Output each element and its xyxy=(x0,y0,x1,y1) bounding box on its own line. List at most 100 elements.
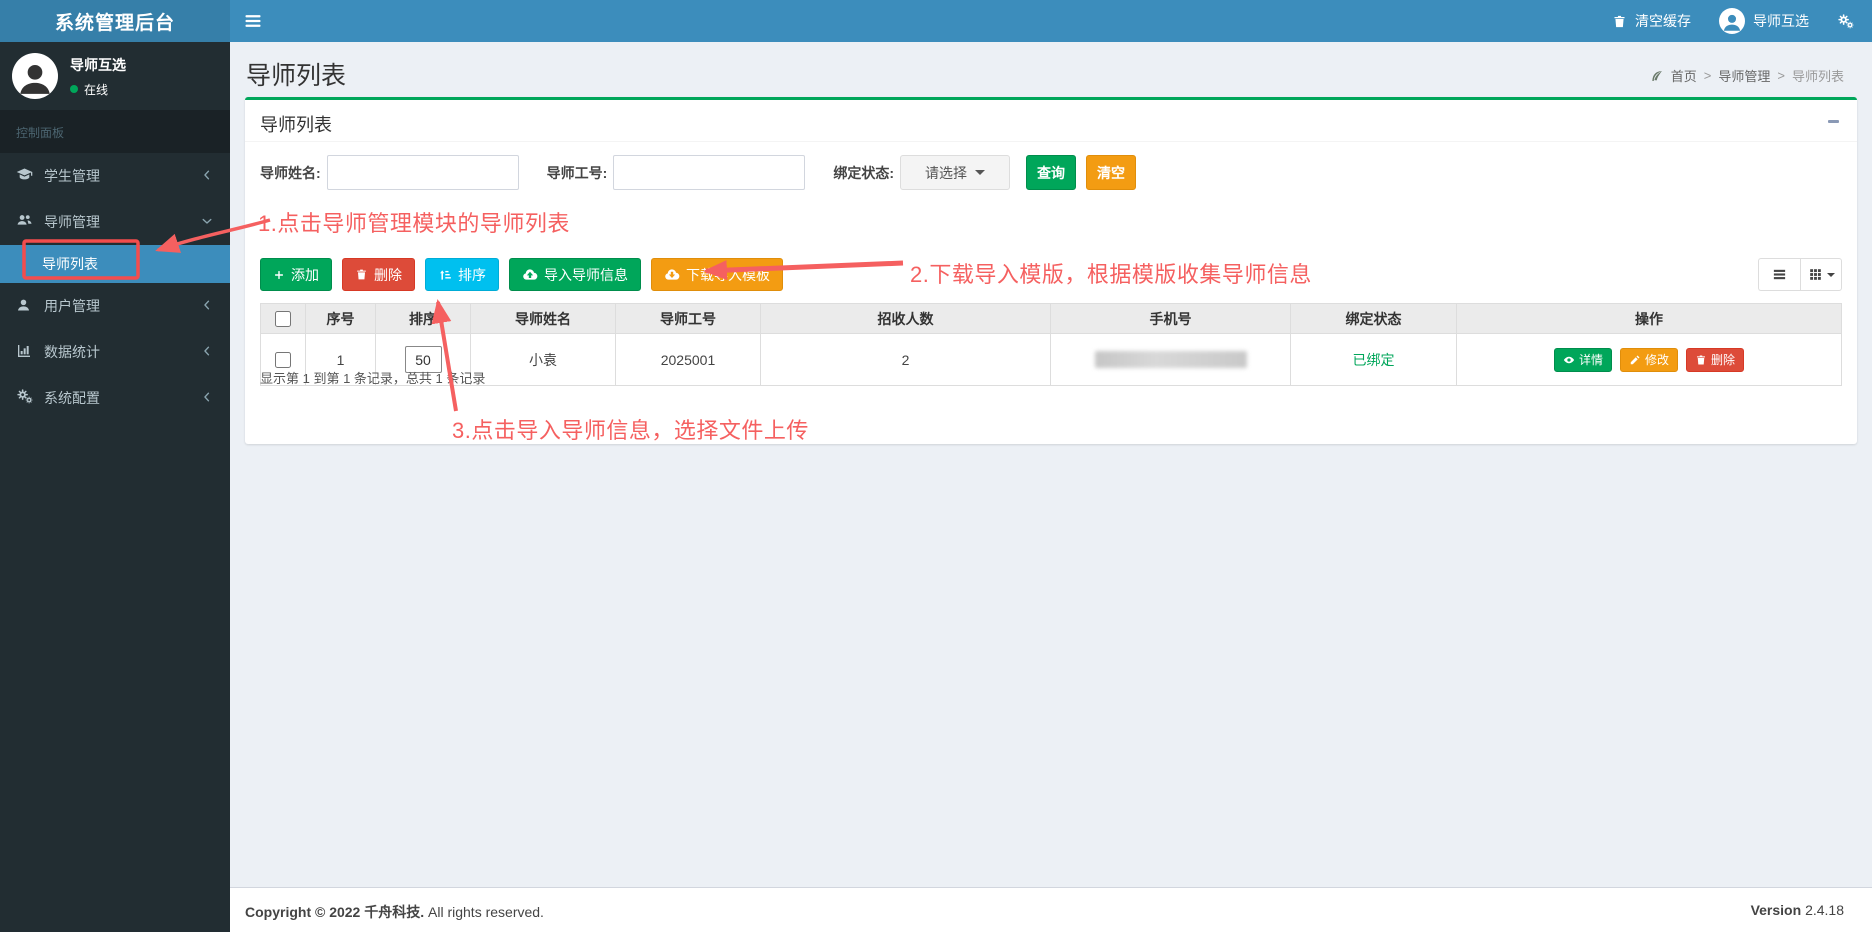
sidebar-item-user-management[interactable]: 用户管理 xyxy=(0,283,230,329)
users-icon xyxy=(16,212,44,232)
col-actions: 操作 xyxy=(1457,304,1841,334)
sidebar: 导师互选 在线 控制面板 学生管理 导师管理 导师列表 用户管理 数据统计 系统… xyxy=(0,42,230,932)
sidebar-item-mentor-management[interactable]: 导师管理 xyxy=(0,199,230,245)
bar-chart-icon xyxy=(16,343,44,362)
chevron-left-icon xyxy=(200,390,214,407)
table-row: 1 小袁 2025001 2 已绑定 详情 xyxy=(261,334,1841,385)
sort-icon xyxy=(440,269,451,280)
import-mentor-info-button[interactable]: 导入导师信息 xyxy=(509,258,641,291)
panel-title: 导师列表 xyxy=(260,115,332,135)
delete-button[interactable]: 删除 xyxy=(342,258,415,291)
mentor-name-input[interactable] xyxy=(326,155,519,190)
cell-mentor-name: 小袁 xyxy=(471,334,616,385)
mentor-id-label: 导师工号: xyxy=(546,164,608,181)
col-mentor-id: 导师工号 xyxy=(616,304,761,334)
search-button[interactable]: 查询 xyxy=(1026,155,1077,190)
breadcrumb-current: 导师列表 xyxy=(1791,69,1844,84)
row-actions: 详情 修改 删除 xyxy=(1553,347,1745,372)
download-template-button[interactable]: 下载导入模板 xyxy=(651,258,783,291)
mentor-list-panel: 导师列表 导师姓名: 导师工号: 绑定状态: 请选择 查询 清空 添加 删除 排… xyxy=(245,97,1857,444)
sidebar-user-panel: 导师互选 在线 xyxy=(0,42,230,110)
plus-icon xyxy=(275,270,283,279)
sidebar-user-status: 在线 xyxy=(70,81,126,98)
trash-icon xyxy=(1697,355,1705,364)
panel-collapse-button[interactable] xyxy=(1825,114,1841,128)
cloud-upload-icon xyxy=(523,268,538,280)
list-view-button[interactable] xyxy=(1758,258,1800,291)
breadcrumb-home[interactable]: 首页 xyxy=(1671,66,1697,85)
sidebar-avatar xyxy=(12,53,58,99)
trash-icon xyxy=(357,269,366,280)
caret-down-icon xyxy=(975,170,986,175)
view-toggle-group xyxy=(1758,258,1842,291)
bind-status-select[interactable]: 请选择 xyxy=(900,155,1011,190)
chevron-down-icon xyxy=(200,214,214,231)
eye-icon xyxy=(1563,356,1575,363)
col-sort: 排序 xyxy=(376,304,471,334)
pencil-icon xyxy=(1630,355,1640,364)
chevron-left-icon xyxy=(200,344,214,361)
main-content: 导师列表 首页 > 导师管理 > 导师列表 导师列表 导师姓名: 导师工号: 绑… xyxy=(230,42,1872,887)
user-avatar xyxy=(1719,8,1745,34)
app-logo[interactable]: 系统管理后台 xyxy=(0,0,230,42)
phone-redacted xyxy=(1094,351,1247,368)
sidebar-item-data-statistics[interactable]: 数据统计 xyxy=(0,329,230,375)
trash-icon xyxy=(1614,15,1625,27)
col-seq: 序号 xyxy=(306,304,376,334)
online-status-dot xyxy=(70,85,78,93)
grid-icon xyxy=(1809,269,1821,280)
breadcrumb: 首页 > 导师管理 > 导师列表 xyxy=(1650,66,1844,85)
row-delete-button[interactable]: 删除 xyxy=(1686,347,1745,372)
cogs-icon xyxy=(16,388,44,408)
cell-capacity: 2 xyxy=(761,334,1051,385)
footer: Copyright © 2022 千舟科技. All rights reserv… xyxy=(230,887,1872,932)
col-phone: 手机号 xyxy=(1051,304,1291,334)
table-toolbar: 添加 删除 排序 导入导师信息 下载导入模板 xyxy=(260,258,783,291)
cell-mentor-id: 2025001 xyxy=(616,334,761,385)
mentor-id-input[interactable] xyxy=(613,155,806,190)
sidebar-subitem-mentor-list[interactable]: 导师列表 xyxy=(0,245,230,283)
panel-header: 导师列表 xyxy=(245,100,1857,142)
leaf-icon xyxy=(1652,70,1662,81)
filter-form: 导师姓名: 导师工号: 绑定状态: 请选择 查询 清空 xyxy=(260,155,1137,190)
clear-button[interactable]: 清空 xyxy=(1086,155,1137,190)
sidebar-item-student-management[interactable]: 学生管理 xyxy=(0,153,230,199)
cloud-download-icon xyxy=(665,268,680,280)
edit-button[interactable]: 修改 xyxy=(1619,347,1678,372)
graduation-cap-icon xyxy=(16,166,44,186)
content-header: 导师列表 首页 > 导师管理 > 导师列表 xyxy=(230,42,1872,97)
mentor-table: 序号 排序 导师姓名 导师工号 招收人数 手机号 绑定状态 操作 1 小袁 20… xyxy=(260,303,1842,386)
gears-icon xyxy=(1838,13,1854,28)
settings-gears-button[interactable] xyxy=(1837,0,1854,42)
chevron-left-icon xyxy=(200,298,214,315)
col-bind-status: 绑定状态 xyxy=(1291,304,1457,334)
topbar-user-menu[interactable]: 导师互选 xyxy=(1719,0,1809,42)
sidebar-item-system-config[interactable]: 系统配置 xyxy=(0,375,230,421)
clear-cache-label: 清空缓存 xyxy=(1635,13,1691,29)
sidebar-user-name: 导师互选 xyxy=(70,56,126,73)
mentor-name-label: 导师姓名: xyxy=(260,164,321,181)
col-mentor-name: 导师姓名 xyxy=(471,304,616,334)
version: Version 2.4.18 xyxy=(1750,902,1844,918)
column-view-button[interactable] xyxy=(1800,258,1842,291)
clear-cache-button[interactable]: 清空缓存 xyxy=(1612,0,1691,42)
page-title: 导师列表 xyxy=(246,62,347,90)
detail-button[interactable]: 详情 xyxy=(1553,347,1612,372)
row-checkbox[interactable] xyxy=(275,351,291,368)
add-button[interactable]: 添加 xyxy=(260,258,332,291)
bind-status-label: 绑定状态: xyxy=(833,164,895,181)
select-all-checkbox[interactable] xyxy=(275,310,291,327)
minus-icon xyxy=(1827,119,1839,123)
col-capacity: 招收人数 xyxy=(761,304,1051,334)
sidebar-toggle-button[interactable] xyxy=(230,0,276,42)
app-root: 系统管理后台 清空缓存 导师互选 导师互选 在线 控制面板 学生管理 导师管理 … xyxy=(0,0,1872,932)
caret-down-icon xyxy=(1826,272,1835,277)
breadcrumb-mentor-management[interactable]: 导师管理 xyxy=(1718,66,1770,85)
bind-status-value: 已绑定 xyxy=(1352,351,1395,368)
user-icon xyxy=(16,297,44,315)
list-icon xyxy=(1773,269,1786,280)
chevron-left-icon xyxy=(200,168,214,185)
topbar: 系统管理后台 清空缓存 导师互选 xyxy=(0,0,1872,42)
sort-button[interactable]: 排序 xyxy=(425,258,499,291)
topbar-right: 清空缓存 导师互选 xyxy=(1612,0,1854,42)
